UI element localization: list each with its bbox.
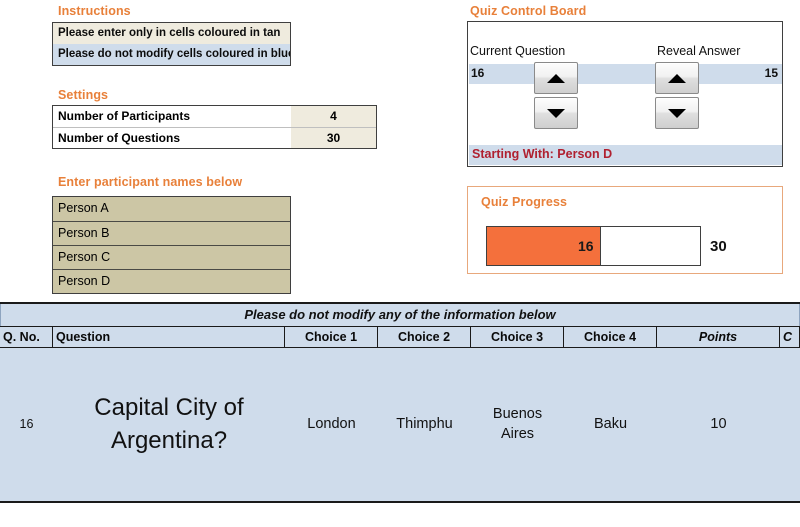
instruction-line-blue: Please do not modify cells coloured in b… [53,44,290,65]
control-board-title: Quiz Control Board [470,4,587,18]
header-choice-4: Choice 4 [564,327,657,347]
current-question-decrement-button[interactable] [534,97,578,129]
settings-box: Number of Participants 4 Number of Quest… [52,105,377,149]
cell-correct-answer [780,348,800,501]
current-question-value: 16 [471,66,485,80]
reveal-answer-decrement-button[interactable] [655,97,699,129]
cell-question: Capital City of Argentina? [94,394,244,454]
header-qno: Q. No. [0,327,53,347]
table-header-row: Q. No. Question Choice 1 Choice 2 Choice… [0,326,800,348]
cell-choice-1: London [307,415,356,432]
participants-box: Person A Person B Person C Person D [52,196,291,294]
cell-points: 10 [710,415,727,432]
instructions-box: Please enter only in cells coloured in t… [52,22,291,66]
settings-title: Settings [58,88,109,102]
header-correct-answer: C [780,327,800,347]
quiz-progress-total-value: 30 [710,237,727,255]
table-row: 16 Capital City of Argentina? London Thi… [0,348,800,503]
quiz-progress-current-value: 16 [577,238,594,254]
settings-value-participants[interactable]: 4 [291,106,376,127]
current-question-increment-button[interactable] [534,62,578,94]
triangle-down-icon [547,108,565,118]
settings-row-participants: Number of Participants 4 [53,106,376,127]
participant-name-input-3[interactable]: Person C [53,245,290,269]
cell-choice-4: Baku [593,415,628,432]
current-question-spinner[interactable] [534,62,578,129]
table-banner: Please do not modify any of the informat… [0,304,800,326]
header-choice-1: Choice 1 [285,327,378,347]
reveal-answer-increment-button[interactable] [655,62,699,94]
settings-row-questions: Number of Questions 30 [53,127,376,148]
participant-name-input-2[interactable]: Person B [53,221,290,245]
starting-with-status: Starting With: Person D [469,145,782,165]
cell-choice-2: Thimphu [396,415,453,432]
header-choice-3: Choice 3 [471,327,564,347]
participants-title: Enter participant names below [58,175,243,189]
settings-label-questions: Number of Questions [53,128,291,148]
quiz-progress-bar-fill: 16 [487,227,601,265]
settings-label-participants: Number of Participants [53,106,291,127]
question-table: Please do not modify any of the informat… [0,302,800,503]
header-question: Question [53,327,285,347]
reveal-answer-spinner[interactable] [655,62,699,129]
quiz-progress-title: Quiz Progress [481,195,568,209]
settings-value-questions[interactable]: 30 [291,128,376,148]
participant-name-input-1[interactable]: Person A [53,197,290,221]
instructions-title: Instructions [58,4,131,18]
quiz-progress-bar: 16 [486,226,701,266]
reveal-answer-value: 15 [764,66,778,80]
cell-qno: 16 [19,417,34,432]
triangle-up-icon [547,73,565,83]
participant-name-input-4[interactable]: Person D [53,269,290,293]
header-choice-2: Choice 2 [378,327,471,347]
triangle-up-icon [668,73,686,83]
reveal-answer-label: Reveal Answer [657,44,741,58]
control-values-strip: 16 15 [469,64,782,84]
cell-choice-3: Buenos Aires [492,405,543,442]
triangle-down-icon [668,108,686,118]
instruction-line-tan: Please enter only in cells coloured in t… [53,23,290,44]
current-question-label: Current Question [470,44,566,58]
header-points: Points [657,327,780,347]
